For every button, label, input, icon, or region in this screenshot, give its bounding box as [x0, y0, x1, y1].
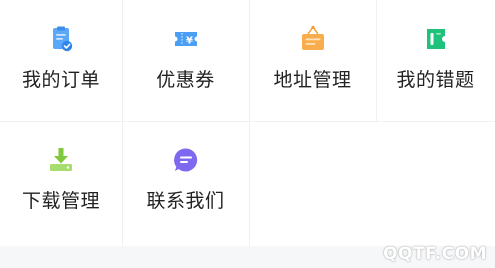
menu-grid: 我的订单 ¥ 优惠券 地址管理 我的错题 下载管理 联系我们	[0, 0, 495, 246]
menu-item-label: 联系我们	[146, 190, 225, 212]
menu-item-contact-us[interactable]: 联系我们	[122, 121, 249, 246]
chat-bubble-icon	[173, 148, 197, 172]
address-sign-icon	[301, 25, 324, 50]
download-icon	[50, 148, 72, 171]
error-book-icon	[426, 29, 445, 49]
menu-item-label: 我的错题	[396, 69, 475, 91]
menu-item-address-management[interactable]: 地址管理	[249, 0, 376, 121]
menu-item-label: 下载管理	[21, 190, 100, 212]
menu-item-my-orders[interactable]: 我的订单	[0, 0, 122, 121]
menu-item-download-management[interactable]: 下载管理	[0, 121, 122, 246]
coupon-ticket-icon: ¥	[174, 32, 197, 46]
menu-item-label: 地址管理	[273, 69, 352, 91]
menu-item-coupons[interactable]: ¥ 优惠券	[122, 0, 249, 121]
menu-item-label: 优惠券	[156, 69, 215, 91]
coupon-symbol: ¥	[186, 35, 193, 46]
menu-item-label: 我的订单	[21, 69, 100, 91]
watermark: QQTF.COM	[383, 244, 487, 264]
clipboard-check-icon	[53, 26, 73, 52]
menu-item-my-mistakes[interactable]: 我的错题	[376, 0, 495, 121]
